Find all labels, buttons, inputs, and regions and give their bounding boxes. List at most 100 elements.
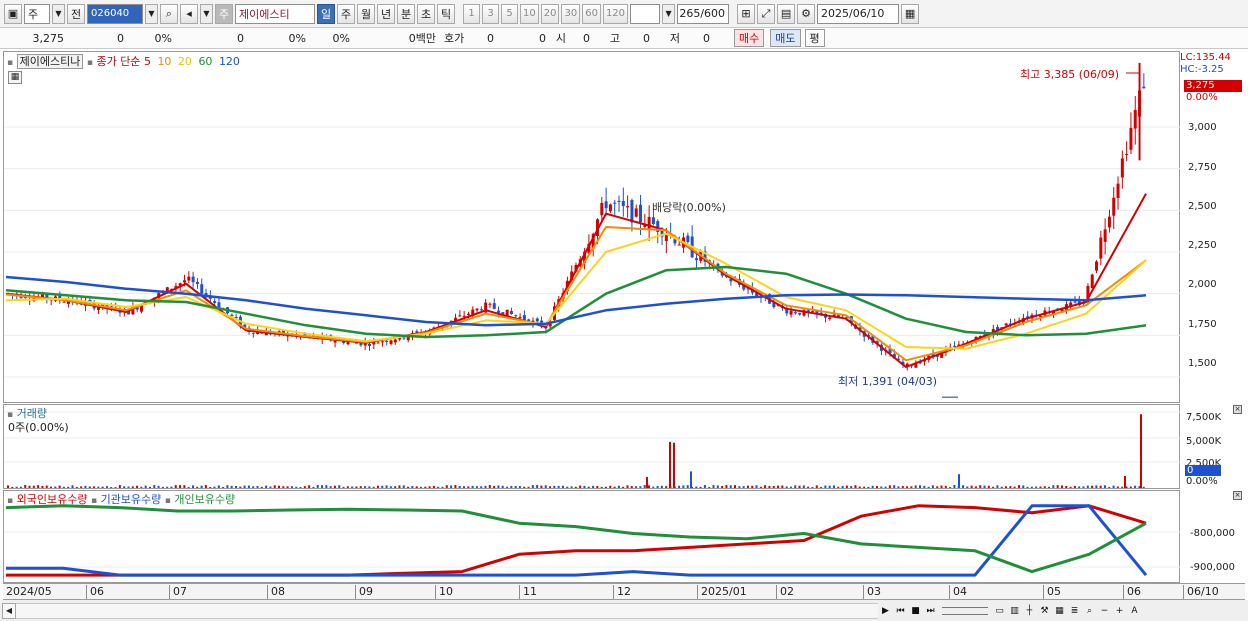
- high-annotation: 최고 3,385 (06/09): [1020, 68, 1120, 81]
- legend-individual-holdings[interactable]: 개인보유수량: [174, 493, 235, 506]
- volume-bar: [62, 486, 65, 488]
- volume-bar: [647, 485, 650, 488]
- stock-label[interactable]: 제이에스티나: [16, 54, 84, 69]
- legend-institution-holdings[interactable]: 기관보유수량: [101, 493, 162, 506]
- volume-bar: [811, 486, 814, 488]
- volume-bar: [1082, 486, 1085, 488]
- price-tick-label: 1,750: [1188, 319, 1217, 330]
- volume-bar: [19, 486, 22, 488]
- volume-bar: [742, 486, 745, 488]
- volume-bar: [118, 485, 121, 488]
- candle-body: [514, 315, 518, 317]
- volume-bar: [540, 485, 543, 488]
- layout-icon[interactable]: ▭: [992, 603, 1007, 619]
- zoom-out-icon[interactable]: −: [1097, 603, 1112, 619]
- volume-bar: [673, 442, 675, 488]
- volume-bar: [381, 485, 384, 488]
- volume-bar: [256, 486, 259, 488]
- candle-body: [608, 204, 612, 212]
- zoom-slider[interactable]: [942, 606, 988, 615]
- volume-bar: [828, 485, 831, 488]
- volume-bar: [1140, 414, 1142, 488]
- x-tick-label: 11: [519, 585, 537, 599]
- candle-body: [187, 276, 191, 281]
- volume-bar: [962, 485, 965, 488]
- volume-bar: [1108, 486, 1111, 488]
- volume-bar: [777, 485, 780, 488]
- scroll-left-icon[interactable]: ◀: [2, 602, 16, 619]
- volume-bar: [768, 485, 771, 488]
- volume-bar: [923, 485, 926, 488]
- volume-bar: [583, 485, 586, 488]
- volume-bar: [987, 485, 990, 488]
- volume-bar: [471, 485, 474, 488]
- volume-bar: [1022, 485, 1025, 488]
- volume-bar: [32, 485, 35, 488]
- square-icon: ▪: [90, 496, 98, 506]
- close-icon[interactable]: ×: [1233, 491, 1242, 500]
- x-tick-label: 10: [435, 585, 453, 599]
- volume-bar: [364, 486, 367, 488]
- volume-bar: [351, 486, 354, 488]
- volume-bar: [407, 486, 410, 488]
- volume-bar: [699, 486, 702, 488]
- fast-forward-icon[interactable]: ⏭: [923, 603, 938, 619]
- volume-bar: [824, 485, 827, 488]
- candle-body: [200, 284, 204, 294]
- stop-icon[interactable]: ■: [908, 603, 923, 619]
- candle-body: [518, 317, 522, 319]
- volume-bar: [432, 485, 435, 488]
- magnifier-icon[interactable]: ⌕: [1082, 603, 1097, 619]
- volume-bar: [458, 486, 461, 488]
- calculator-icon[interactable]: ▦: [8, 71, 22, 84]
- legend-foreign-holdings[interactable]: 외국인보유수량: [17, 493, 88, 506]
- volume-bar: [398, 485, 401, 488]
- volume-bar: [359, 486, 362, 488]
- volume-bar: [622, 486, 625, 488]
- candle-body: [634, 208, 638, 217]
- font-size-icon[interactable]: A: [1127, 603, 1142, 619]
- price-tick-label: 3,000: [1188, 122, 1217, 133]
- x-tick-label: 04: [949, 585, 967, 599]
- candle-body: [1073, 301, 1077, 303]
- grid-icon[interactable]: ▦: [1052, 603, 1067, 619]
- crosshair-icon[interactable]: ┼: [1022, 603, 1037, 619]
- volume-bar: [1124, 476, 1126, 488]
- close-icon[interactable]: ×: [1233, 405, 1242, 414]
- volume-bar: [635, 486, 638, 488]
- tools-icon[interactable]: ⚒: [1037, 603, 1052, 619]
- volume-bar: [372, 486, 375, 488]
- volume-bar: [514, 485, 517, 488]
- volume-bar: [544, 485, 547, 488]
- candle-body: [1095, 261, 1099, 271]
- volume-bar: [475, 486, 478, 488]
- volume-bar: [286, 486, 289, 488]
- list-icon[interactable]: ≣: [1067, 603, 1082, 619]
- volume-bar: [58, 485, 61, 488]
- volume-bar: [1091, 485, 1094, 488]
- volume-bar: [1013, 486, 1016, 488]
- volume-bar: [979, 485, 982, 488]
- volume-bar: [966, 486, 969, 488]
- volume-bar: [931, 485, 934, 488]
- volume-bar: [501, 485, 504, 488]
- horizontal-scrollbar[interactable]: [16, 602, 878, 619]
- scroll-right-icon[interactable]: ▶: [878, 603, 893, 619]
- volume-bar: [226, 485, 229, 488]
- volume-bar: [247, 485, 250, 488]
- x-tick-label: 02: [776, 585, 794, 599]
- square-icon: ▪: [7, 496, 14, 506]
- split-icon[interactable]: ▥: [1007, 603, 1022, 619]
- zoom-in-icon[interactable]: +: [1112, 603, 1127, 619]
- volume-bar: [7, 485, 9, 488]
- current-price-tag: 3,275: [1184, 80, 1242, 92]
- volume-bar: [183, 485, 186, 488]
- chart-canvas[interactable]: [0, 0, 1248, 621]
- volume-bar: [1069, 486, 1072, 488]
- candle-body: [213, 301, 217, 304]
- volume-bar: [222, 486, 225, 488]
- candle-body: [368, 343, 372, 346]
- volume-bar: [798, 485, 801, 488]
- rewind-icon[interactable]: ⏮: [893, 603, 908, 619]
- volume-bar: [480, 486, 483, 488]
